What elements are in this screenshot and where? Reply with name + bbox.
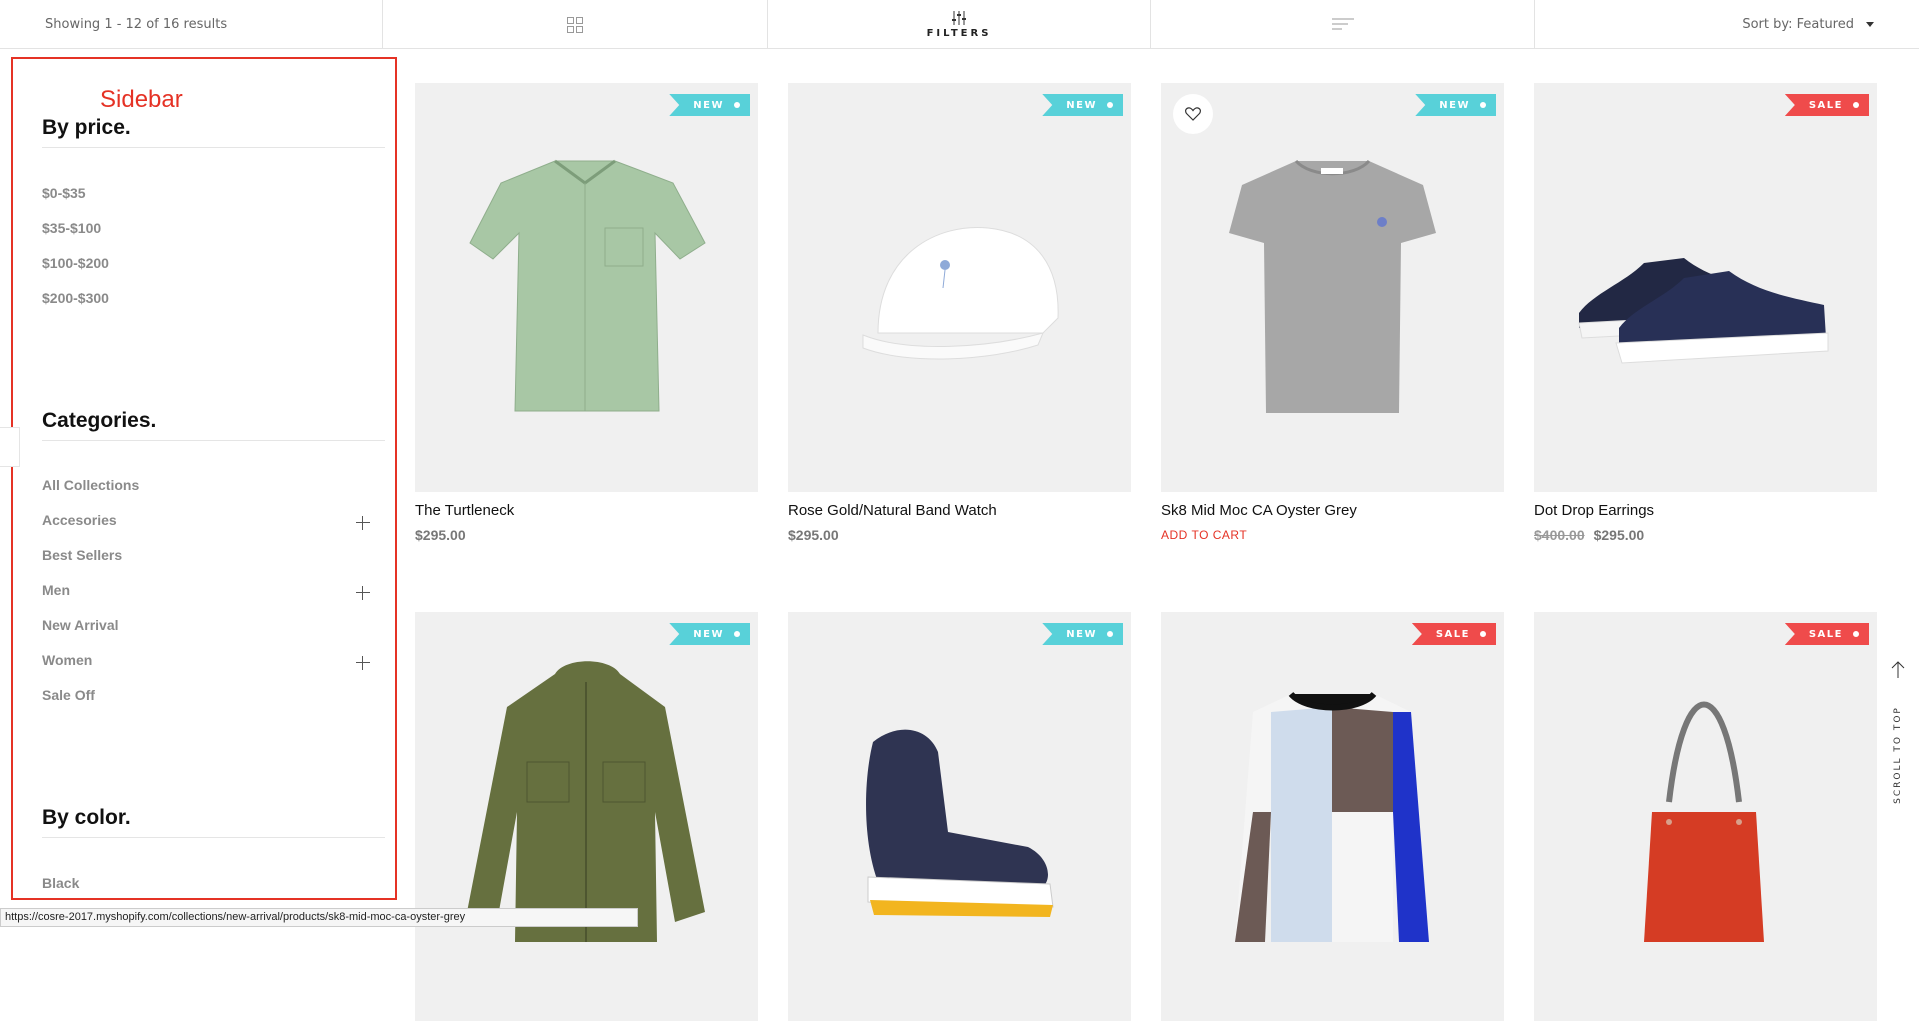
sidebar-annotation: Sidebar	[100, 86, 183, 113]
color-heading: By color.	[42, 806, 131, 829]
add-to-cart-link[interactable]: ADD TO CART	[1161, 528, 1504, 542]
sort-label: Sort by: Featured	[1742, 17, 1854, 32]
grid-icon	[567, 16, 583, 33]
price-range-200-300[interactable]: $200-$300	[42, 290, 109, 306]
category-accesories[interactable]: Accesories	[42, 512, 117, 528]
product-image[interactable]: SALE	[1161, 612, 1504, 1021]
results-count: Showing 1 - 12 of 16 results	[0, 0, 383, 49]
category-best-sellers[interactable]: Best Sellers	[42, 547, 122, 563]
product-price-current: $295.00	[415, 527, 466, 543]
scroll-to-top-label: SCROLL TO TOP	[1893, 706, 1903, 804]
product-card[interactable]: NEW Sk8 Mid Moc CA Oyster Grey ADD TO CA…	[1161, 83, 1504, 542]
scroll-to-top-button[interactable]: SCROLL TO TOP	[1888, 660, 1908, 804]
color-black[interactable]: Black	[42, 875, 79, 891]
product-price: $295.00	[415, 527, 758, 543]
jacket-image	[467, 661, 705, 942]
category-all-collections[interactable]: All Collections	[42, 477, 139, 493]
expand-men-icon[interactable]	[356, 586, 370, 600]
product-name[interactable]: Rose Gold/Natural Band Watch	[788, 502, 1131, 519]
product-name[interactable]: Dot Drop Earrings	[1534, 502, 1877, 519]
product-image[interactable]: NEW	[415, 612, 758, 1021]
new-badge: NEW	[1042, 94, 1123, 116]
price-range-100-200[interactable]: $100-$200	[42, 255, 109, 271]
cap-image	[862, 226, 1059, 360]
toolbar: Showing 1 - 12 of 16 results FILTERS Sor…	[0, 0, 1919, 49]
new-badge: NEW	[1042, 623, 1123, 645]
product-card[interactable]: SALE Dot Drop Earrings $400.00 $295.00	[1534, 83, 1877, 543]
sliders-icon	[952, 10, 966, 25]
price-heading: By price.	[42, 116, 131, 139]
sneakers-image	[1578, 258, 1829, 364]
side-tab[interactable]	[0, 427, 20, 467]
product-price: $295.00	[788, 527, 1131, 543]
sale-badge: SALE	[1784, 623, 1869, 645]
product-image[interactable]: SALE	[1534, 612, 1877, 1021]
price-range-0-35[interactable]: $0-$35	[42, 185, 86, 201]
filters-label: FILTERS	[926, 27, 992, 39]
product-image[interactable]: NEW	[788, 612, 1131, 1021]
product-image[interactable]: NEW	[415, 83, 758, 492]
product-image[interactable]: NEW	[1161, 83, 1504, 492]
list-icon	[1331, 18, 1354, 29]
divider	[42, 440, 385, 441]
sale-badge: SALE	[1411, 623, 1496, 645]
sale-price: $295.00	[1593, 527, 1645, 543]
sort-dropdown[interactable]: Sort by: Featured	[1535, 0, 1919, 49]
divider	[42, 147, 385, 148]
product-image[interactable]: SALE	[1534, 83, 1877, 492]
sale-badge: SALE	[1784, 94, 1869, 116]
sidebar: Sidebar By price. $0-$35 $35-$100 $100-$…	[11, 57, 397, 900]
status-bar-url: https://cosre-2017.myshopify.com/collect…	[0, 908, 638, 927]
price-range-35-100[interactable]: $35-$100	[42, 220, 101, 236]
divider	[42, 837, 385, 838]
category-men[interactable]: Men	[42, 582, 70, 598]
new-badge: NEW	[1415, 94, 1496, 116]
arrow-up-icon	[1891, 661, 1905, 678]
heart-icon	[1185, 107, 1201, 121]
shirt-image	[469, 159, 706, 412]
grid-view-button[interactable]	[383, 0, 768, 49]
new-badge: NEW	[669, 94, 750, 116]
categories-heading: Categories.	[42, 409, 157, 432]
product-image[interactable]: NEW	[788, 83, 1131, 492]
product-card[interactable]: SALE	[1534, 612, 1877, 1021]
tshirt-image	[1229, 159, 1436, 413]
category-women[interactable]: Women	[42, 652, 92, 668]
expand-women-icon[interactable]	[356, 656, 370, 670]
product-card[interactable]: NEW The Turtleneck $295.00	[415, 83, 758, 543]
product-card[interactable]: NEW	[788, 612, 1131, 1021]
expand-accesories-icon[interactable]	[356, 516, 370, 530]
caret-down-icon	[1866, 22, 1874, 27]
sandal-image	[866, 729, 1054, 917]
new-badge: NEW	[669, 623, 750, 645]
product-card[interactable]: SALE	[1161, 612, 1504, 1021]
category-new-arrival[interactable]: New Arrival	[42, 617, 119, 633]
product-price: $400.00 $295.00	[1534, 527, 1877, 543]
category-sale-off[interactable]: Sale Off	[42, 687, 95, 703]
product-name[interactable]: Sk8 Mid Moc CA Oyster Grey	[1161, 502, 1504, 519]
sweater-image	[1235, 691, 1429, 942]
wishlist-button[interactable]	[1173, 94, 1213, 134]
tote-bag-image	[1644, 701, 1764, 942]
product-name[interactable]: The Turtleneck	[415, 502, 758, 519]
original-price: $400.00	[1534, 527, 1585, 543]
product-price-current: $295.00	[788, 527, 839, 543]
list-view-button[interactable]	[1151, 0, 1535, 49]
filters-button[interactable]: FILTERS	[768, 0, 1151, 49]
product-card[interactable]: NEW Rose Gold/Natural Band Watch $295.00	[788, 83, 1131, 543]
product-card[interactable]: NEW	[415, 612, 758, 1021]
